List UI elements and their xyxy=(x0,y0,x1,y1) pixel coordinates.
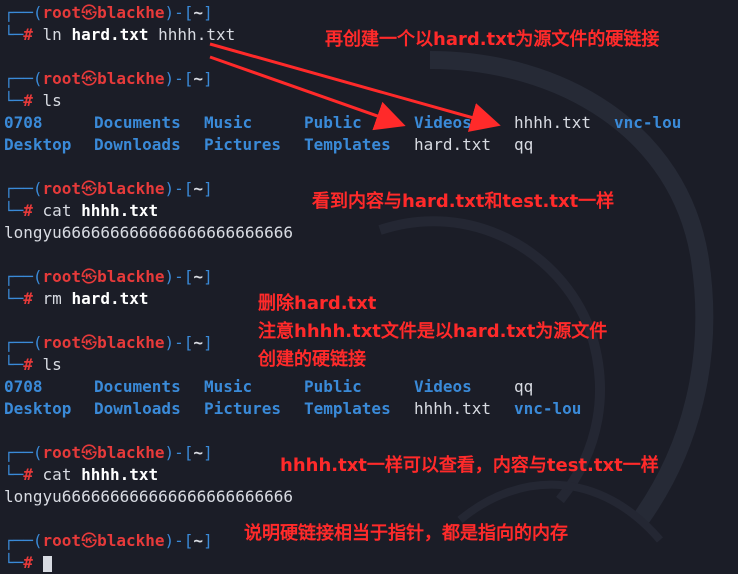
text-cursor xyxy=(42,555,52,572)
annotation-arrows xyxy=(209,42,501,132)
arrow-to-hhhh xyxy=(209,42,501,132)
command-line[interactable]: └─# xyxy=(4,552,734,574)
